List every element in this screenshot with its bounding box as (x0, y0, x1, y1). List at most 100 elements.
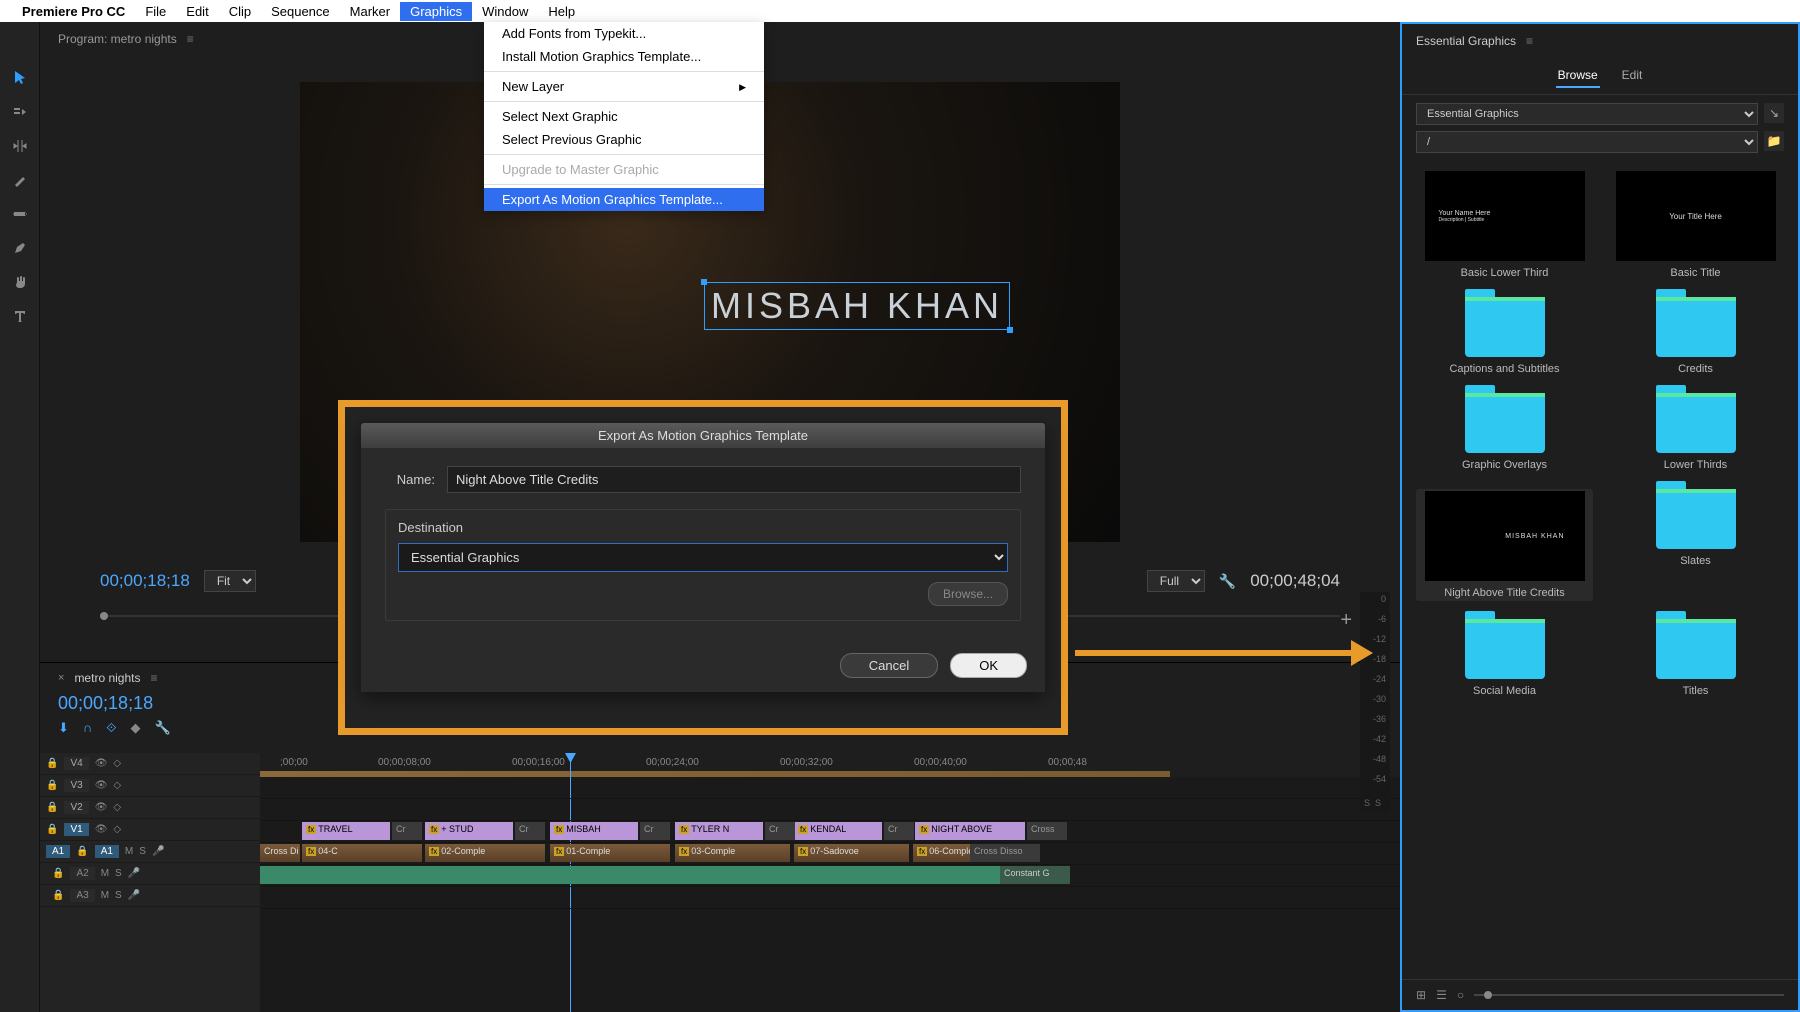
panel-menu-icon[interactable]: ≡ (187, 32, 194, 46)
folder-item[interactable]: Titles (1607, 619, 1784, 697)
track-label[interactable]: V1 (64, 823, 88, 836)
lock-icon[interactable]: 🔒 (46, 802, 58, 813)
slip-tool-icon[interactable] (9, 203, 31, 225)
menu-clip[interactable]: Clip (219, 2, 261, 21)
menu-edit[interactable]: Edit (176, 2, 218, 21)
dd-add-fonts[interactable]: Add Fonts from Typekit... (484, 22, 764, 45)
import-icon[interactable]: ↘ (1764, 103, 1784, 123)
selection-tool-icon[interactable] (9, 67, 31, 89)
grid-view-icon[interactable]: ⊞ (1416, 988, 1426, 1002)
track-label[interactable]: V4 (64, 757, 88, 770)
clip[interactable]: Cross Di (260, 844, 300, 862)
snap-icon[interactable]: ⬇ (58, 720, 69, 736)
wrench-icon[interactable]: 🔧 (155, 720, 171, 736)
menu-window[interactable]: Window (472, 2, 538, 21)
lock-icon[interactable]: 🔒 (46, 780, 58, 791)
folder-item[interactable]: Graphic Overlays (1416, 393, 1593, 471)
track-label[interactable]: A2 (70, 867, 94, 880)
clip[interactable]: fxNIGHT ABOVE (915, 822, 1025, 840)
graphics-dropdown: Add Fonts from Typekit... Install Motion… (484, 22, 764, 211)
graphic-overlay-text[interactable]: MISBAH KHAN (704, 282, 1010, 330)
dialog-title: Export As Motion Graphics Template (361, 423, 1045, 448)
folder-item[interactable]: Lower Thirds (1607, 393, 1784, 471)
tutorial-arrow (1075, 650, 1355, 656)
tab-edit[interactable]: Edit (1620, 64, 1645, 88)
lock-icon[interactable]: 🔒 (46, 824, 58, 835)
eye-icon[interactable]: 👁 (95, 758, 108, 769)
clip[interactable]: fxMISBAH (550, 822, 638, 840)
menu-file[interactable]: File (135, 2, 176, 21)
track-label[interactable]: A3 (70, 889, 94, 902)
track-label[interactable]: V2 (64, 801, 88, 814)
panel-menu-icon[interactable]: ≡ (1526, 34, 1533, 48)
template-item[interactable]: Your Name HereDescription | Subtitle Bas… (1416, 171, 1593, 279)
menu-graphics[interactable]: Graphics (400, 2, 472, 21)
mic-icon[interactable]: 🎤 (152, 846, 164, 857)
ripple-edit-tool-icon[interactable] (9, 135, 31, 157)
eye-icon[interactable]: 👁 (95, 780, 108, 791)
clip[interactable]: fx03-Comple (675, 844, 790, 862)
pen-tool-icon[interactable] (9, 237, 31, 259)
audio-clip[interactable] (260, 866, 1070, 884)
tab-browse[interactable]: Browse (1556, 64, 1600, 88)
add-button-icon[interactable]: + (1340, 609, 1352, 632)
fit-select[interactable]: Fit (204, 570, 256, 592)
clip[interactable]: fx07-Sadovoe (794, 844, 909, 862)
mic-icon[interactable]: 🎤 (128, 890, 140, 901)
folder-item[interactable]: Social Media (1416, 619, 1593, 697)
timeline-content[interactable]: ;00;00 00;00;08;00 00;00;16;00 00;00;24;… (260, 753, 1400, 1012)
dd-select-next[interactable]: Select Next Graphic (484, 105, 764, 128)
clip[interactable]: fxTYLER N (675, 822, 763, 840)
menu-marker[interactable]: Marker (340, 2, 400, 21)
marker-icon[interactable]: ◆ (131, 720, 141, 736)
zoom-select[interactable]: Full (1147, 570, 1205, 592)
template-item-selected[interactable]: MISBAH KHAN Night Above Title Credits (1416, 489, 1593, 601)
type-tool-icon[interactable] (9, 305, 31, 327)
folder-item[interactable]: Credits (1607, 297, 1784, 375)
timeline-ruler[interactable]: ;00;00 00;00;08;00 00;00;16;00 00;00;24;… (260, 753, 1400, 777)
eye-icon[interactable]: 👁 (95, 824, 108, 835)
folder-item[interactable]: Captions and Subtitles (1416, 297, 1593, 375)
hand-tool-icon[interactable] (9, 271, 31, 293)
ok-button[interactable]: OK (950, 653, 1027, 678)
settings-icon[interactable]: 🔧 (1219, 573, 1236, 590)
clip[interactable]: fx+ STUD (425, 822, 513, 840)
mic-icon[interactable]: 🎤 (128, 868, 140, 879)
cancel-button[interactable]: Cancel (840, 653, 938, 678)
eye-icon[interactable]: 👁 (95, 802, 108, 813)
template-item[interactable]: Your Title Here Basic Title (1607, 171, 1784, 279)
panel-menu-icon[interactable]: ≡ (150, 671, 157, 685)
folder-icon[interactable]: 📁 (1764, 131, 1784, 151)
razor-tool-icon[interactable] (9, 169, 31, 191)
clip[interactable]: fxKENDAL (794, 822, 882, 840)
magnet-icon[interactable]: ∩ (83, 720, 92, 736)
dd-new-layer[interactable]: New Layer (484, 75, 764, 98)
thumbnail-size-slider[interactable] (1474, 994, 1784, 996)
sequence-name[interactable]: metro nights (74, 671, 140, 685)
dd-export-template[interactable]: Export As Motion Graphics Template... (484, 188, 764, 211)
menu-sequence[interactable]: Sequence (261, 2, 340, 21)
dd-sep (484, 101, 764, 102)
name-input[interactable] (447, 466, 1021, 493)
linked-selection-icon[interactable]: ⟐ (106, 720, 116, 736)
lock-icon[interactable]: 🔒 (46, 758, 58, 769)
source-track[interactable]: A1 (46, 845, 70, 858)
clip[interactable]: fx01-Comple (550, 844, 670, 862)
timecode-current[interactable]: 00;00;18;18 (100, 571, 190, 591)
track-label[interactable]: A1 (95, 845, 119, 858)
path-select[interactable]: / (1416, 131, 1758, 153)
dd-select-prev[interactable]: Select Previous Graphic (484, 128, 764, 151)
clip[interactable]: fx04-C (302, 844, 422, 862)
clip[interactable]: fxTRAVEL (302, 822, 390, 840)
dd-install-template[interactable]: Install Motion Graphics Template... (484, 45, 764, 68)
track-select-tool-icon[interactable] (9, 101, 31, 123)
mac-menubar: Premiere Pro CC File Edit Clip Sequence … (0, 0, 1800, 22)
menu-help[interactable]: Help (538, 2, 585, 21)
source-select[interactable]: Essential Graphics (1416, 103, 1758, 125)
list-view-icon[interactable]: ☰ (1436, 988, 1447, 1002)
destination-select[interactable]: Essential Graphics (398, 543, 1008, 572)
folder-item[interactable]: Slates (1607, 489, 1784, 601)
clip[interactable]: fx02-Comple (425, 844, 545, 862)
track-label[interactable]: V3 (64, 779, 88, 792)
close-tab-icon[interactable]: × (58, 672, 64, 684)
